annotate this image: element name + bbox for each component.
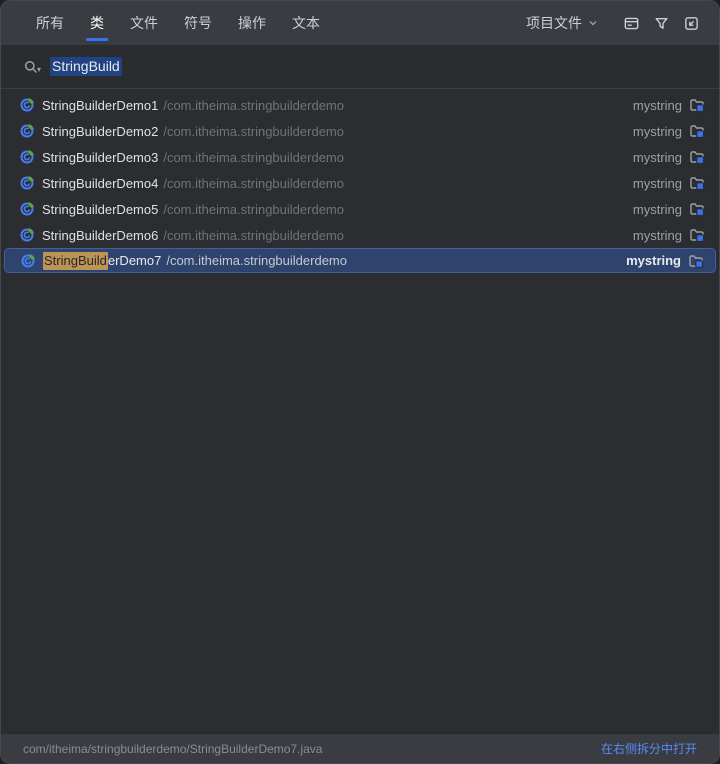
class-icon (19, 201, 35, 217)
module-icon (690, 203, 705, 217)
result-row[interactable]: StringBuilderDemo3 /com.itheima.stringbu… (1, 144, 719, 170)
preview-icon[interactable] (619, 11, 643, 35)
open-in-find-window-icon[interactable] (679, 11, 703, 35)
search-input[interactable]: ▾ StringBuild (1, 45, 719, 89)
search-icon: ▾ (23, 59, 41, 75)
package-path: /com.itheima.stringbuilderdemo (163, 149, 344, 165)
class-name: erDemo7 (107, 253, 162, 268)
module-name: mystring (632, 227, 682, 243)
tab-actions[interactable]: 操作 (225, 1, 279, 45)
module-name: mystring (626, 253, 681, 268)
tab-classes[interactable]: 类 (77, 1, 117, 45)
result-row[interactable]: StringBuilderDemo5 /com.itheima.stringbu… (1, 196, 719, 222)
search-everywhere-dialog: 所有 类 文件 符号 操作 文本 项目文件 ▾ StringBuild Stri… (0, 0, 720, 764)
result-row[interactable]: StringBuilderDemo2 /com.itheima.stringbu… (1, 118, 719, 144)
class-name: StringBuilderDemo4 (42, 175, 159, 191)
result-row-selected[interactable]: StringBuilderDemo7 /com.itheima.stringbu… (4, 248, 716, 273)
class-icon (19, 123, 35, 139)
tab-all[interactable]: 所有 (23, 1, 77, 45)
selected-file-path: com/itheima/stringbuilderdemo/StringBuil… (23, 741, 323, 756)
package-path: /com.itheima.stringbuilderdemo (163, 201, 344, 217)
class-name: StringBuilderDemo6 (42, 227, 159, 243)
results-list: StringBuilderDemo1 /com.itheima.stringbu… (1, 89, 719, 273)
package-path: /com.itheima.stringbuilderdemo (163, 123, 344, 139)
scope-selector[interactable]: 项目文件 (520, 10, 605, 36)
module-name: mystring (632, 149, 682, 165)
package-path: /com.itheima.stringbuilderdemo (163, 227, 344, 243)
result-row[interactable]: StringBuilderDemo1 /com.itheima.stringbu… (1, 92, 719, 118)
module-name: mystring (632, 97, 682, 113)
search-options-arrow-icon[interactable]: ▾ (37, 65, 41, 75)
result-row[interactable]: StringBuilderDemo6 /com.itheima.stringbu… (1, 222, 719, 248)
module-icon (690, 125, 705, 139)
class-name: StringBuilderDemo1 (42, 97, 159, 113)
module-name: mystring (632, 123, 682, 139)
search-match-highlight: StringBuild (43, 252, 108, 270)
open-in-right-split-link[interactable]: 在右侧拆分中打开 (601, 740, 697, 757)
package-path: /com.itheima.stringbuilderdemo (163, 175, 344, 191)
class-icon (19, 149, 35, 165)
package-path: /com.itheima.stringbuilderdemo (166, 253, 347, 268)
module-name: mystring (632, 201, 682, 217)
class-icon (19, 97, 35, 113)
chevron-down-icon (587, 17, 599, 29)
footer-status-bar: com/itheima/stringbuilderdemo/StringBuil… (1, 733, 719, 763)
class-name: StringBuilderDemo3 (42, 149, 159, 165)
module-icon (690, 229, 705, 243)
package-path: /com.itheima.stringbuilderdemo (163, 97, 344, 113)
class-icon (19, 227, 35, 243)
scope-label: 项目文件 (526, 15, 582, 31)
result-row[interactable]: StringBuilderDemo4 /com.itheima.stringbu… (1, 170, 719, 196)
filter-icon[interactable] (649, 11, 673, 35)
tab-text[interactable]: 文本 (279, 1, 333, 45)
class-icon (19, 175, 35, 191)
module-icon (689, 254, 704, 268)
class-name: StringBuilderDemo2 (42, 123, 159, 139)
tab-symbols[interactable]: 符号 (171, 1, 225, 45)
header-right-controls: 项目文件 (520, 10, 703, 36)
tab-files[interactable]: 文件 (117, 1, 171, 45)
module-icon (690, 151, 705, 165)
class-icon (20, 253, 36, 268)
module-icon (690, 99, 705, 113)
module-name: mystring (632, 175, 682, 191)
search-query-text: StringBuild (50, 57, 122, 76)
class-name: StringBuilderDemo5 (42, 201, 159, 217)
header-tab-bar: 所有 类 文件 符号 操作 文本 项目文件 (1, 1, 719, 45)
module-icon (690, 177, 705, 191)
